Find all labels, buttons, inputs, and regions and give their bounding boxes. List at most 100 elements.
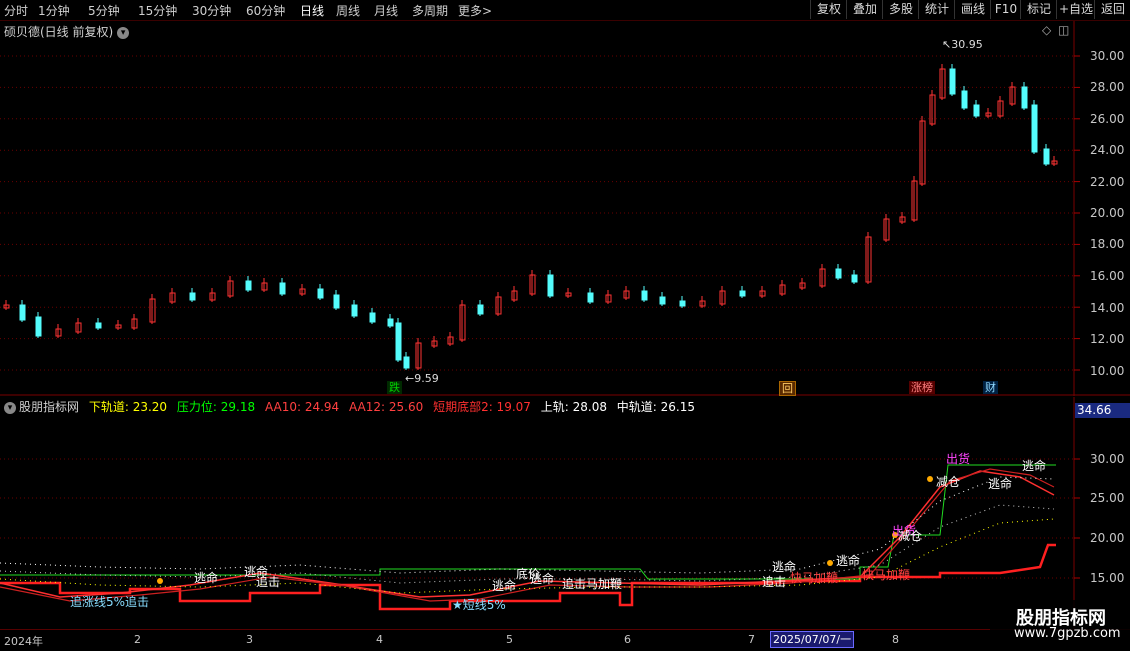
event-marker-hui[interactable]: 回 bbox=[779, 381, 796, 396]
candle-body bbox=[547, 274, 554, 297]
signal-label: 底价 bbox=[516, 567, 541, 581]
signal-dot bbox=[827, 560, 833, 566]
low-price-value: 9.59 bbox=[414, 372, 439, 385]
add-watchlist-button[interactable]: +自选 bbox=[1056, 0, 1095, 19]
date-axis: 2024年 2 3 4 5 6 7 8 2025/07/07/一 bbox=[0, 629, 1130, 651]
signal-label: ★短线5% bbox=[452, 598, 506, 612]
indicator-panel[interactable]: ▾ 股朋指标网 下轨道: 23.20 压力位: 29.18 AA10: 24.94… bbox=[0, 397, 1130, 629]
candle-body bbox=[95, 322, 102, 329]
candle-body bbox=[1031, 104, 1038, 153]
y-tick: 12.00 bbox=[1090, 332, 1125, 346]
indicator-name: 股朋指标网 bbox=[19, 400, 80, 414]
period-tab-monthly[interactable]: 月线 bbox=[374, 2, 398, 19]
mark-button[interactable]: 标记 bbox=[1020, 0, 1057, 19]
y-tick: 24.00 bbox=[1090, 143, 1125, 157]
signal-label: 减仓 bbox=[936, 475, 961, 489]
period-tab-weekly[interactable]: 周线 bbox=[336, 2, 360, 19]
candle-body bbox=[19, 304, 26, 321]
period-tab-5min[interactable]: 5分钟 bbox=[88, 2, 120, 19]
y-tick: 20.00 bbox=[1090, 206, 1125, 220]
candle-body bbox=[245, 280, 252, 291]
chevron-down-icon[interactable]: ▾ bbox=[117, 26, 130, 39]
period-tab-multi[interactable]: 多周期 bbox=[412, 2, 448, 19]
candle-body bbox=[369, 312, 376, 323]
chevron-down-icon[interactable]: ▾ bbox=[4, 401, 16, 414]
legend-aa12: AA12: 25.60 bbox=[349, 400, 424, 414]
legend-upper-track: 上轨: 28.08 bbox=[540, 400, 607, 414]
signal-label: 追击 bbox=[762, 575, 787, 589]
signal-dot bbox=[927, 476, 933, 482]
signal-label: 追击马加鞭 bbox=[562, 577, 623, 591]
candle-body bbox=[351, 304, 358, 317]
back-button[interactable]: 返回 bbox=[1094, 0, 1130, 19]
ind-y-tick: 25.00 bbox=[1090, 491, 1125, 505]
period-tab-1min[interactable]: 1分钟 bbox=[38, 2, 70, 19]
multi-stock-button[interactable]: 多股 bbox=[882, 0, 919, 19]
candle-body bbox=[403, 356, 410, 369]
period-tab-more[interactable]: 更多> bbox=[458, 2, 492, 19]
legend-aa10: AA10: 24.94 bbox=[264, 400, 340, 414]
candle-body bbox=[189, 292, 196, 301]
statistics-button[interactable]: 统计 bbox=[918, 0, 955, 19]
period-tab-30min[interactable]: 30分钟 bbox=[192, 2, 231, 19]
event-marker-drop[interactable]: 跌 bbox=[387, 381, 402, 394]
high-price-value: 30.95 bbox=[951, 38, 983, 51]
y-tick: 16.00 bbox=[1090, 269, 1125, 283]
signal-label: 逃命 bbox=[194, 571, 219, 585]
stock-title-bar: 硕贝德(日线 前复权) ▾ bbox=[4, 23, 130, 40]
candle-body bbox=[279, 282, 286, 295]
signal-label: 快马加鞭 bbox=[790, 571, 839, 585]
date-label: 8 bbox=[892, 633, 899, 646]
chevron-right-icon: > bbox=[482, 4, 493, 18]
date-label: 3 bbox=[246, 633, 253, 646]
y-tick: 14.00 bbox=[1090, 301, 1125, 315]
cursor-date-label: 2025/07/07/一 bbox=[770, 631, 855, 648]
diamond-icon[interactable]: ◇ bbox=[1042, 23, 1051, 37]
current-value-box: 34.66 bbox=[1075, 403, 1130, 418]
candle-body bbox=[317, 288, 324, 299]
overlay-button[interactable]: 叠加 bbox=[846, 0, 883, 19]
candle-body bbox=[851, 274, 858, 283]
candle-body bbox=[679, 300, 686, 307]
date-label: 2024年 bbox=[4, 635, 43, 648]
signal-label: 快马加鞭 bbox=[862, 568, 911, 582]
candle-body bbox=[659, 296, 666, 305]
f10-button[interactable]: F10 bbox=[990, 0, 1021, 19]
period-tab-15min[interactable]: 15分钟 bbox=[138, 2, 177, 19]
candle-body bbox=[1021, 86, 1028, 109]
period-tab-more-label: 更多 bbox=[458, 4, 483, 18]
period-tab-fenshi[interactable]: 分时 bbox=[4, 2, 28, 19]
candlestick-panel[interactable]: 硕贝德(日线 前复权) ▾ ◇ ◫ 30.00 28.00 26.00 24.00… bbox=[0, 21, 1130, 396]
indicator-legend: ▾ 股朋指标网 下轨道: 23.20 压力位: 29.18 AA10: 24.94… bbox=[4, 398, 701, 415]
legend-short-bottom: 短期底部2: 19.07 bbox=[433, 400, 531, 414]
candle-body bbox=[395, 322, 402, 361]
ind-y-tick: 15.00 bbox=[1090, 571, 1125, 585]
ind-y-tick: 30.00 bbox=[1090, 452, 1125, 466]
expand-icon[interactable]: ◫ bbox=[1058, 23, 1069, 37]
high-price-label: ↖30.95 bbox=[942, 38, 983, 51]
candle-body bbox=[739, 290, 746, 297]
signal-label: 出货 bbox=[946, 452, 971, 466]
period-tab-60min[interactable]: 60分钟 bbox=[246, 2, 285, 19]
signal-label: 逃命 bbox=[836, 554, 861, 568]
candle-body bbox=[1043, 148, 1050, 165]
candle-body bbox=[333, 294, 340, 309]
low-price-label: ←9.59 bbox=[405, 372, 439, 385]
draw-line-button[interactable]: 画线 bbox=[954, 0, 991, 19]
candle-body bbox=[973, 104, 980, 117]
y-tick: 26.00 bbox=[1090, 112, 1125, 126]
signal-label: 逃命 bbox=[1022, 459, 1047, 473]
legend-pressure: 压力位: 29.18 bbox=[176, 400, 256, 414]
signal-label: 追涨线5%追击 bbox=[70, 595, 150, 609]
event-marker-cai[interactable]: 财 bbox=[983, 381, 998, 394]
signal-label: 逃命 bbox=[492, 579, 517, 593]
fuquan-button[interactable]: 复权 bbox=[810, 0, 847, 19]
event-marker-zhangbang[interactable]: 涨榜 bbox=[909, 381, 935, 394]
period-tab-daily[interactable]: 日线 bbox=[300, 2, 324, 19]
y-tick: 28.00 bbox=[1090, 80, 1125, 94]
legend-lower-track: 下轨道: 23.20 bbox=[88, 400, 168, 414]
date-label: 4 bbox=[376, 633, 383, 646]
indicator-chart bbox=[0, 397, 1080, 629]
ind-y-tick: 20.00 bbox=[1090, 531, 1125, 545]
signal-label: 减仓 bbox=[898, 529, 923, 543]
